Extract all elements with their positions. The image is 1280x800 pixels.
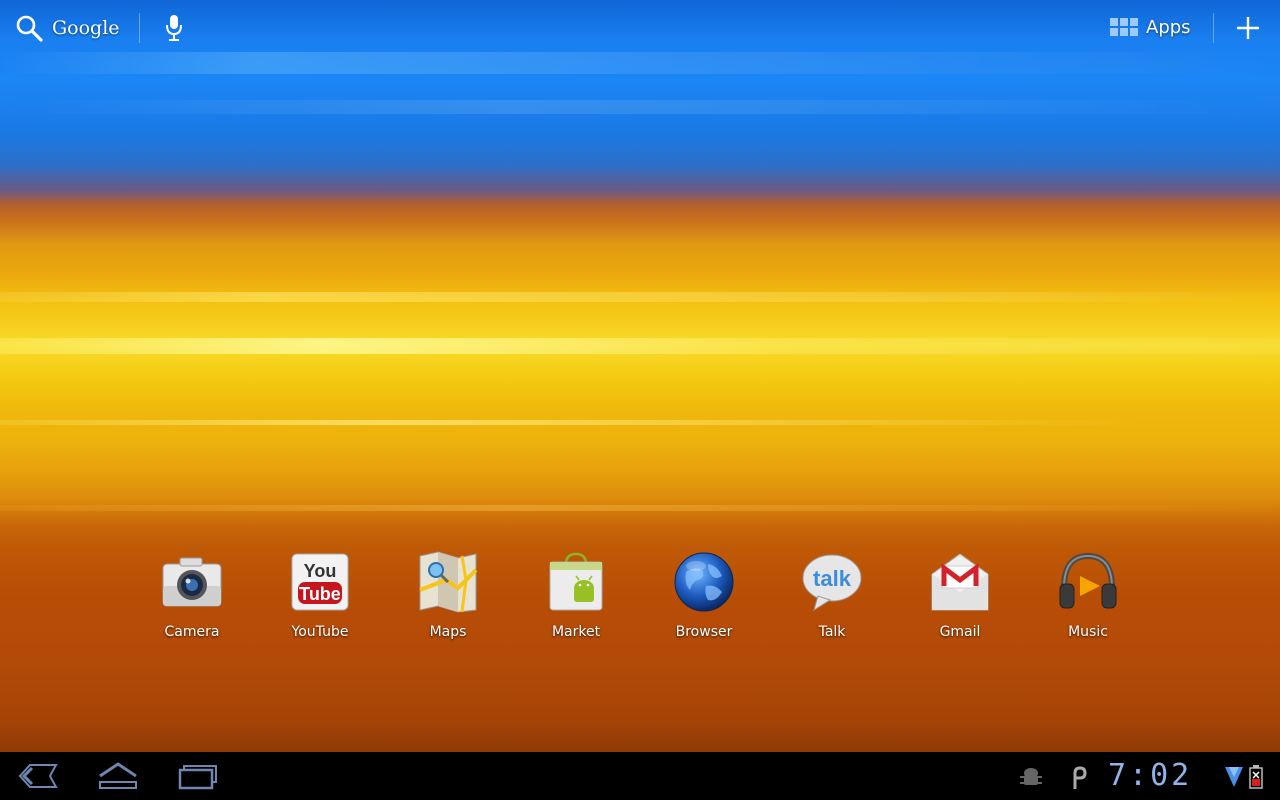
app-label: Maps xyxy=(429,624,467,640)
app-label: Browser xyxy=(675,624,733,640)
app-label: Talk xyxy=(818,624,846,640)
app-youtube[interactable]: You Tube YouTube xyxy=(256,550,384,640)
browser-globe-icon xyxy=(674,552,734,612)
wallpaper-streak xyxy=(0,100,1280,114)
wallpaper-streak xyxy=(0,52,1280,74)
google-search-bar[interactable]: Google xyxy=(14,10,120,46)
battery-icon xyxy=(1249,765,1263,789)
apps-label: Apps xyxy=(1146,16,1191,38)
music-headphones-icon xyxy=(1059,552,1117,609)
wifi-signal-icon xyxy=(1225,767,1243,787)
gmail-envelope-icon xyxy=(931,553,989,611)
add-icon[interactable] xyxy=(1235,15,1261,41)
wallpaper-streak xyxy=(0,338,1280,354)
usb-icon xyxy=(1073,766,1087,789)
divider xyxy=(1213,13,1214,43)
app-talk[interactable]: talk Talk xyxy=(768,550,896,640)
apps-grid-icon xyxy=(1110,18,1138,36)
maps-icon xyxy=(419,551,478,613)
app-label: Market xyxy=(551,624,601,640)
youtube-icon-you: You xyxy=(304,561,337,581)
app-maps[interactable]: Maps xyxy=(384,550,512,640)
status-clock: 7:02 xyxy=(1108,758,1193,793)
wallpaper-streak xyxy=(0,292,1280,302)
app-label: Gmail xyxy=(939,624,981,640)
market-icon xyxy=(549,552,603,611)
microphone-icon[interactable] xyxy=(164,13,184,43)
search-icon xyxy=(16,15,43,42)
home-icon[interactable] xyxy=(96,760,140,792)
app-gmail[interactable]: Gmail xyxy=(896,550,1024,640)
youtube-icon: You Tube xyxy=(291,553,349,611)
app-label: Music xyxy=(1068,624,1108,640)
talk-bubble-icon: talk xyxy=(802,554,862,612)
talk-icon-text: talk xyxy=(813,566,852,591)
debug-android-icon xyxy=(1020,768,1042,785)
divider xyxy=(139,13,140,43)
apps-button[interactable]: Apps xyxy=(1110,10,1191,44)
app-camera[interactable]: Camera xyxy=(128,550,256,640)
favorites-dock: Camera You Tube YouTube Maps Market Brow… xyxy=(128,550,1152,650)
wallpaper-streak xyxy=(0,420,1280,425)
app-music[interactable]: Music xyxy=(1024,550,1152,640)
google-search-label: Google xyxy=(52,17,120,39)
app-label: YouTube xyxy=(291,624,349,640)
app-browser[interactable]: Browser xyxy=(640,550,768,640)
app-market[interactable]: Market xyxy=(512,550,640,640)
home-screen: Google Apps Camera You Tube YouTube Maps… xyxy=(0,0,1280,800)
wallpaper-streak xyxy=(0,505,1280,511)
camera-icon xyxy=(162,557,222,607)
system-bar xyxy=(0,752,1280,800)
youtube-icon-tube: Tube xyxy=(299,584,341,604)
app-label: Camera xyxy=(164,624,220,640)
back-icon[interactable] xyxy=(16,760,60,792)
recent-apps-icon[interactable] xyxy=(176,760,220,792)
